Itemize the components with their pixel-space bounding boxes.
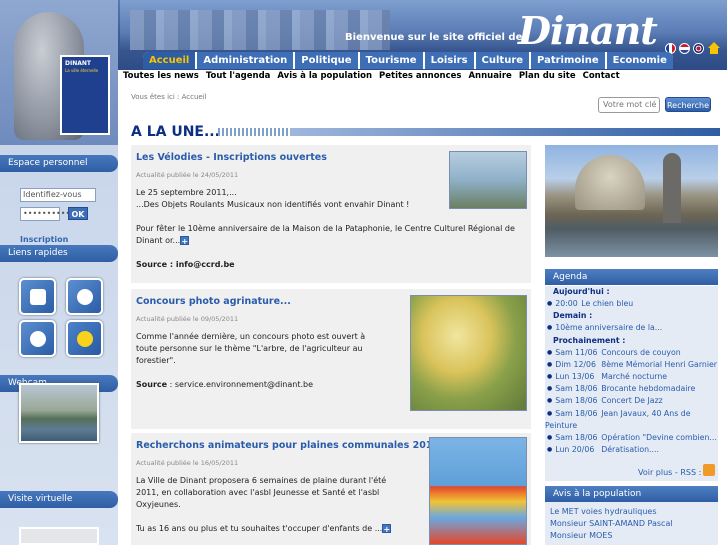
- search-button[interactable]: Recherche: [665, 97, 711, 112]
- quick-link-chick-icon[interactable]: [66, 320, 103, 357]
- news-item: Les Vélodies - Inscriptions ouvertes Act…: [131, 145, 531, 283]
- tab-culture[interactable]: Culture: [473, 52, 530, 69]
- sub-nav: Toutes les news Tout l'agenda Avis à la …: [120, 70, 727, 84]
- collegiate-church: [663, 153, 681, 223]
- title-decoration-bar: [290, 128, 720, 136]
- agenda-tomorrow-label: Demain :: [553, 311, 593, 320]
- news-paragraph: Le 25 septembre 2011,...: [136, 188, 237, 197]
- voir-plus-link[interactable]: Voir plus - RSS :: [638, 468, 701, 477]
- tab-loisirs[interactable]: Loisirs: [422, 52, 474, 69]
- visite-virtuelle-header: Visite virtuelle: [0, 491, 118, 508]
- statue-logo-image[interactable]: DINANT La ville éternelle: [0, 0, 118, 145]
- news-body: La Ville de Dinant proposera 6 semaines …: [136, 475, 406, 535]
- espace-personnel-header: Espace personnel: [0, 155, 118, 172]
- liens-rapides-header: Liens rapides: [0, 245, 118, 262]
- news-paragraph: Comme l'année dernière, un concours phot…: [136, 332, 366, 365]
- news-image-tree[interactable]: [410, 295, 527, 411]
- news-image-playground[interactable]: [429, 437, 527, 545]
- tab-economie[interactable]: Economie: [604, 52, 673, 69]
- subnav-annuaire[interactable]: Annuaire: [468, 70, 511, 84]
- agenda-item-continued[interactable]: Peinture: [545, 420, 577, 432]
- contact-icon: [77, 289, 93, 305]
- agenda-soon-label: Prochainement :: [553, 336, 626, 345]
- subnav-news[interactable]: Toutes les news: [123, 70, 199, 84]
- badge-title: DINANT: [65, 60, 91, 67]
- subnav-plan[interactable]: Plan du site: [519, 70, 576, 84]
- avis-population-header: Avis à la population: [545, 486, 718, 502]
- quick-link-document-icon[interactable]: [19, 278, 56, 315]
- tab-tourisme[interactable]: Tourisme: [357, 52, 423, 69]
- read-more-plus-icon[interactable]: +: [180, 236, 190, 246]
- news-item: Concours photo agrinature... Actualité p…: [131, 289, 531, 429]
- agenda-item[interactable]: Sam 18/06Brocante hebdomadaire: [547, 383, 695, 395]
- news-item: Recherchons animateurs pour plaines comm…: [131, 433, 531, 545]
- home-icon[interactable]: [707, 42, 721, 54]
- news-body: Comme l'année dernière, un concours phot…: [136, 331, 381, 391]
- news-paragraph: Tu as 16 ans ou plus et tu souhaites t'o…: [136, 524, 383, 533]
- visite-virtuelle-image[interactable]: [19, 527, 99, 545]
- agenda-item[interactable]: 10ème anniversaire de la...: [547, 322, 662, 334]
- welcome-text: Bienvenue sur le site officiel de: [345, 32, 523, 43]
- inscription-link[interactable]: Inscription: [20, 235, 68, 244]
- source-email[interactable]: : service.environnement@dinant.be: [167, 380, 313, 389]
- source-email[interactable]: info@ccrd.be: [176, 260, 235, 269]
- tab-accueil[interactable]: Accueil: [143, 52, 196, 69]
- breadcrumb: Vous êtes ici : Accueil: [131, 93, 207, 101]
- subnav-avis[interactable]: Avis à la population: [277, 70, 372, 84]
- tab-politique[interactable]: Politique: [293, 52, 358, 69]
- tab-patrimoine[interactable]: Patrimoine: [529, 52, 605, 69]
- une-title: A LA UNE...: [131, 124, 220, 140]
- avis-item[interactable]: Monsieur MOES: [550, 531, 612, 540]
- login-ok-button[interactable]: OK: [68, 207, 88, 220]
- header-houses-image: [130, 10, 390, 50]
- news-body: Le 25 septembre 2011,... ...Des Objets R…: [136, 187, 515, 271]
- flag-en-icon[interactable]: [693, 42, 704, 54]
- agenda-item[interactable]: Sam 18/06Opération "Devine combien...: [547, 432, 717, 444]
- document-icon: [30, 289, 46, 305]
- password-input[interactable]: ••••••••••: [20, 207, 70, 221]
- webcam-image[interactable]: [19, 383, 99, 443]
- news-image-cyclists[interactable]: [449, 151, 527, 209]
- agenda-item[interactable]: Lun 20/06Dératisation....: [547, 444, 659, 456]
- flag-nl-icon[interactable]: [679, 42, 690, 54]
- agenda-item[interactable]: Sam 18/06Concert De Jazz: [547, 395, 663, 407]
- agenda-today-label: Aujourd'hui :: [553, 287, 610, 296]
- news-paragraph: ...Des Objets Roulants Musicaux non iden…: [136, 200, 410, 209]
- avis-item[interactable]: Monsieur SAINT-AMAND Pascal: [550, 519, 673, 528]
- subnav-annonces[interactable]: Petites annonces: [379, 70, 461, 84]
- avis-item[interactable]: Le MET voies hydrauliques: [550, 507, 656, 516]
- tab-administration[interactable]: Administration: [195, 52, 294, 69]
- agenda-item[interactable]: Lun 13/06Marché nocturne: [547, 371, 667, 383]
- quick-link-contact-icon[interactable]: [66, 278, 103, 315]
- agenda-item[interactable]: Dim 12/068ème Mémorial Henri Garnier: [547, 359, 717, 371]
- source-label: Source: [136, 380, 168, 389]
- main-nav: Accueil Administration Politique Tourism…: [143, 52, 673, 69]
- news-paragraph: La Ville de Dinant proposera 6 semaines …: [136, 476, 387, 509]
- read-more-plus-icon[interactable]: +: [382, 524, 392, 534]
- language-switcher: [665, 42, 721, 54]
- agenda-item[interactable]: Sam 18/06Jean Javaux, 40 Ans de: [547, 408, 690, 420]
- quick-link-globe-icon[interactable]: [19, 320, 56, 357]
- dinant-badge: DINANT La ville éternelle: [60, 55, 110, 135]
- globe-icon: [30, 331, 46, 347]
- rss-icon[interactable]: [703, 464, 715, 476]
- dinant-logo[interactable]: Dinant: [518, 8, 658, 53]
- agenda-header: Agenda: [545, 269, 718, 285]
- login-input[interactable]: Identifiez-vous: [20, 188, 96, 202]
- badge-subtitle: La ville éternelle: [65, 68, 99, 73]
- subnav-agenda[interactable]: Tout l'agenda: [206, 70, 271, 84]
- source-label: Source :: [136, 260, 176, 269]
- agenda-item[interactable]: 20:00Le chien bleu: [547, 298, 633, 310]
- search-input[interactable]: Votre mot clé: [598, 97, 660, 113]
- news-paragraph: Pour fêter le 10ème anniversaire de la M…: [136, 224, 515, 245]
- chick-icon: [77, 331, 93, 347]
- agenda-item[interactable]: Sam 11/06Concours de couyon: [547, 347, 680, 359]
- subnav-contact[interactable]: Contact: [583, 70, 620, 84]
